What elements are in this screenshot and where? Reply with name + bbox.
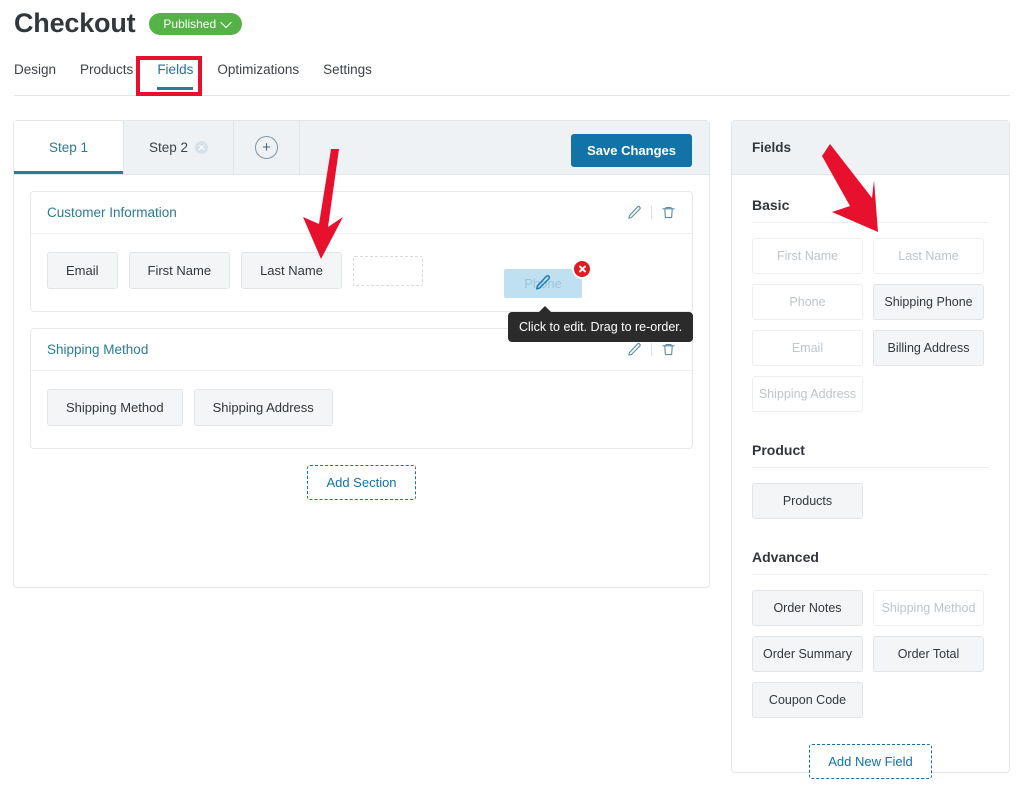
status-badge[interactable]: Published [149, 12, 243, 35]
section-field-row: Shipping Method Shipping Address [31, 371, 692, 448]
field-chip-shipping-address[interactable]: Shipping Address [193, 389, 333, 426]
lib-chip-coupon-code[interactable]: Coupon Code [752, 682, 863, 718]
lib-chip-last-name: Last Name [873, 238, 984, 274]
group-title-basic: Basic [752, 197, 989, 223]
lib-chip-shipping-method: Shipping Method [873, 590, 984, 626]
step-tab-1[interactable]: Step 1 [14, 121, 124, 174]
checkout-editor-panel: Step 1 Step 2 + Save Changes Customer In… [13, 120, 710, 588]
section-title: Customer Information [47, 205, 177, 220]
lib-chip-products[interactable]: Products [752, 483, 863, 519]
chip-grid-advanced: Order Notes Shipping Method Order Summar… [752, 590, 989, 718]
nav-divider [14, 95, 1010, 96]
pencil-icon[interactable] [627, 342, 642, 357]
close-icon[interactable] [195, 141, 209, 154]
add-field-wrap: Add New Field [752, 744, 989, 779]
section-card-shipping-method: Shipping Method Shipping Method Shipping… [30, 328, 693, 449]
status-badge-label: Published [163, 16, 217, 31]
field-chip-last-name[interactable]: Last Name [241, 252, 342, 289]
section-title: Shipping Method [47, 342, 149, 357]
section-card-customer-information: Customer Information Email First Name La… [30, 191, 693, 312]
field-chip-email[interactable]: Email [47, 252, 118, 289]
chip-grid-product: Products [752, 483, 989, 519]
add-section-wrap: Add Section [30, 465, 693, 500]
action-divider [651, 206, 652, 219]
tab-settings[interactable]: Settings [323, 62, 396, 90]
tab-design[interactable]: Design [14, 62, 80, 90]
add-new-field-button[interactable]: Add New Field [809, 744, 932, 779]
pencil-icon[interactable] [627, 205, 642, 220]
save-changes-button[interactable]: Save Changes [571, 134, 692, 167]
fields-panel-body: Basic First Name Last Name Phone Shippin… [732, 175, 1009, 779]
action-divider [651, 343, 652, 356]
field-chip-shipping-method[interactable]: Shipping Method [47, 389, 183, 426]
lib-chip-order-summary[interactable]: Order Summary [752, 636, 863, 672]
dragged-field-phone[interactable]: Phone [504, 259, 592, 298]
field-chip-first-name[interactable]: First Name [128, 252, 231, 289]
section-header: Customer Information [31, 192, 692, 234]
section-actions [627, 205, 676, 220]
lib-chip-order-total[interactable]: Order Total [873, 636, 984, 672]
lib-chip-shipping-phone[interactable]: Shipping Phone [873, 284, 984, 320]
add-section-button[interactable]: Add Section [307, 465, 416, 500]
plus-icon[interactable]: + [255, 136, 278, 159]
fields-library-panel: Fields Basic First Name Last Name Phone … [731, 120, 1010, 779]
drop-placeholder[interactable] [352, 255, 423, 286]
top-nav: Design Products Fields Optimizations Set… [14, 62, 1010, 96]
page-title: Checkout [14, 8, 136, 38]
section-actions [627, 342, 676, 357]
app-root: Checkout Published Design Products Field… [0, 0, 1024, 787]
section-field-row: Email First Name Last Name [31, 234, 692, 311]
lib-chip-order-notes[interactable]: Order Notes [752, 590, 863, 626]
chip-grid-basic: First Name Last Name Phone Shipping Phon… [752, 238, 989, 412]
step-tab-2-label: Step 2 [148, 140, 189, 155]
trash-icon[interactable] [661, 342, 676, 357]
lib-chip-email: Email [752, 330, 863, 366]
steps-tab-bar: Step 1 Step 2 + Save Changes [14, 121, 709, 175]
lib-chip-shipping-address: Shipping Address [752, 376, 863, 412]
lib-chip-billing-address[interactable]: Billing Address [873, 330, 984, 366]
tab-fields[interactable]: Fields [157, 62, 217, 90]
group-title-product: Product [752, 442, 989, 468]
drag-tooltip: Click to edit. Drag to re-order. [508, 306, 694, 342]
step-tab-2[interactable]: Step 2 [124, 121, 234, 174]
lib-chip-phone: Phone [752, 284, 863, 320]
tab-optimizations[interactable]: Optimizations [217, 62, 323, 90]
page-header: Checkout Published [14, 8, 243, 39]
close-icon[interactable] [572, 259, 592, 279]
pencil-icon [535, 274, 552, 294]
tab-products[interactable]: Products [80, 62, 157, 90]
chevron-down-icon [220, 16, 232, 28]
lib-chip-first-name: First Name [752, 238, 863, 274]
fields-panel-title: Fields [732, 121, 1009, 175]
add-step-cell: + [234, 121, 300, 174]
trash-icon[interactable] [661, 205, 676, 220]
step-tab-1-label: Step 1 [48, 140, 89, 155]
group-title-advanced: Advanced [752, 549, 989, 575]
